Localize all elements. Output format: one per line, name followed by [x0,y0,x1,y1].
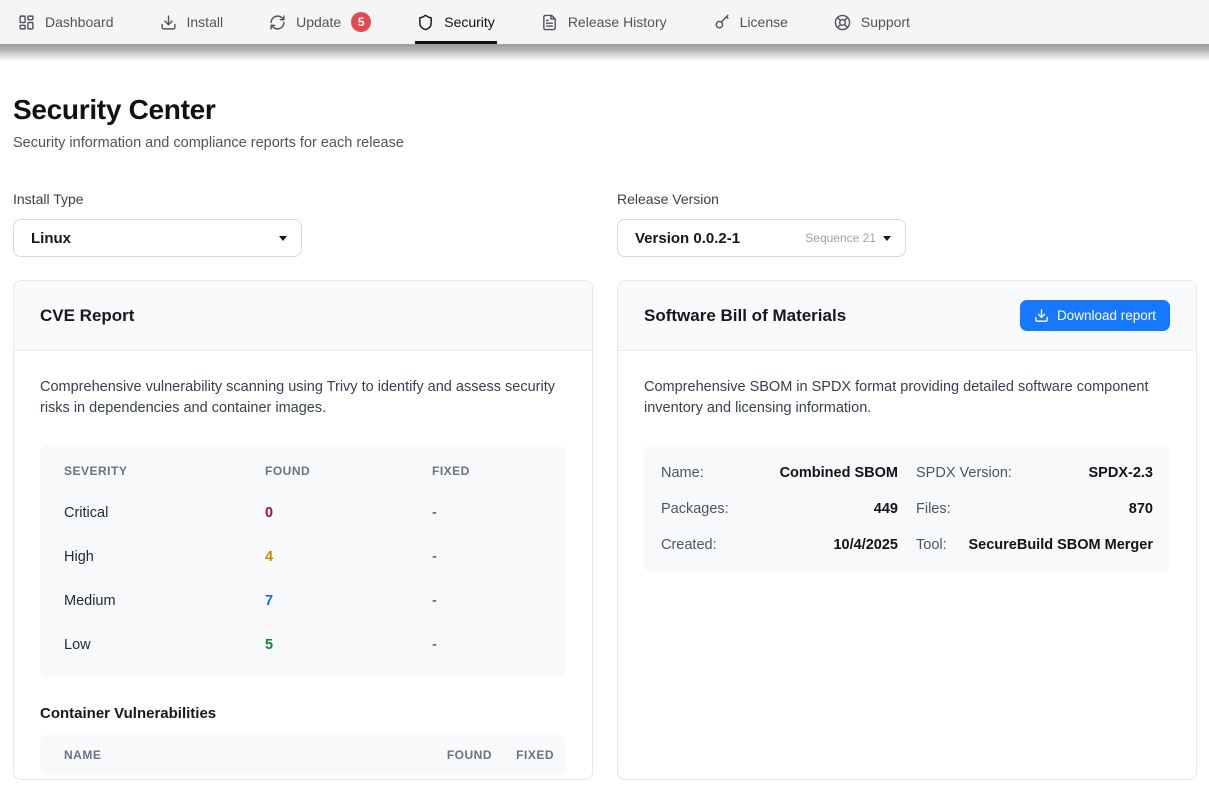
download-icon [160,14,177,31]
found-column-header: FOUND [265,464,432,478]
detail-label: Tool: [916,537,947,553]
container-vulnerabilities-title: Container Vulnerabilities [40,705,566,722]
detail-label: Packages: [661,501,729,517]
sbom-detail-files: Files: 870 [916,491,1153,527]
page-title: Security Center [13,94,1196,126]
sbom-detail-packages: Packages: 449 [661,491,898,527]
sbom-details-panel: Name: Combined SBOM SPDX Version: SPDX-2… [644,445,1170,573]
download-report-button[interactable]: Download report [1020,300,1170,331]
download-report-label: Download report [1057,308,1156,323]
nav-scroll-shadow [0,44,1209,62]
security-center-page: Security Center Security information and… [0,94,1209,780]
nav-item-license[interactable]: License [713,0,788,44]
install-type-value: Linux [31,230,71,247]
detail-label: Files: [916,501,951,517]
detail-value: 449 [874,501,898,517]
nav-item-update[interactable]: Update 5 [269,0,371,44]
nav-item-label: Dashboard [45,14,114,30]
nav-item-security[interactable]: Security [417,0,495,44]
nav-item-label: Install [187,14,224,30]
found-count: 0 [265,505,432,521]
sbom-detail-name: Name: Combined SBOM [661,455,898,491]
severity-label: Low [64,637,265,653]
sbom-card-header: Software Bill of Materials Download repo… [618,281,1196,351]
release-version-select[interactable]: Version 0.0.2-1 Sequence 21 [617,219,906,257]
nav-item-dashboard[interactable]: Dashboard [18,0,114,44]
severity-label: Medium [64,593,265,609]
detail-value: Combined SBOM [780,465,898,481]
found-count: 5 [265,637,432,653]
detail-value: SPDX-2.3 [1089,465,1153,481]
table-row-low: Low 5 - [40,623,566,667]
chevron-down-icon [883,236,891,241]
table-row-medium: Medium 7 - [40,579,566,623]
file-text-icon [541,14,558,31]
release-version-label: Release Version [617,191,1197,207]
install-type-select[interactable]: Linux [13,219,302,257]
download-icon [1034,308,1049,323]
detail-value: 10/4/2025 [833,537,898,553]
release-version-field: Release Version Version 0.0.2-1 Sequence… [617,191,1197,257]
found-count: 4 [265,549,432,565]
container-vulnerabilities-table-header: NAME FOUND FIXED [40,735,566,775]
nav-item-label: License [740,14,788,30]
sbom-card: Software Bill of Materials Download repo… [617,280,1197,780]
found-column-header: FOUND [412,748,492,762]
detail-value: 870 [1129,501,1153,517]
cve-report-card: CVE Report Comprehensive vulnerability s… [13,280,593,780]
cve-report-card-header: CVE Report [14,281,592,351]
life-buoy-icon [834,14,851,31]
nav-item-label: Support [861,14,910,30]
detail-label: SPDX Version: [916,465,1012,481]
sbom-detail-spdx-version: SPDX Version: SPDX-2.3 [916,455,1153,491]
detail-label: Name: [661,465,704,481]
cve-report-description: Comprehensive vulnerability scanning usi… [40,377,566,419]
install-type-field: Install Type Linux [13,191,593,257]
table-row-critical: Critical 0 - [40,491,566,535]
top-navigation: Dashboard Install Update 5 Security Rele… [0,0,1209,44]
nav-item-label: Update [296,14,341,30]
severity-table-header: SEVERITY FOUND FIXED [40,451,566,491]
table-row-high: High 4 - [40,535,566,579]
fixed-column-header: FIXED [492,748,554,762]
nav-item-support[interactable]: Support [834,0,910,44]
severity-label: Critical [64,505,265,521]
nav-item-release-history[interactable]: Release History [541,0,667,44]
sbom-detail-tool: Tool: SecureBuild SBOM Merger [916,527,1153,563]
fixed-count: - [432,549,542,565]
shield-icon [417,14,434,31]
sbom-detail-created: Created: 10/4/2025 [661,527,898,563]
key-icon [713,14,730,31]
severity-column-header: SEVERITY [64,464,265,478]
found-count: 7 [265,593,432,609]
nav-item-label: Security [444,14,495,30]
severity-label: High [64,549,265,565]
fixed-count: - [432,505,542,521]
sbom-title: Software Bill of Materials [644,306,846,326]
nav-item-install[interactable]: Install [160,0,224,44]
update-count-badge: 5 [351,12,371,32]
release-version-value: Version 0.0.2-1 [635,230,740,247]
fixed-count: - [432,637,542,653]
detail-label: Created: [661,537,717,553]
chevron-down-icon [279,236,287,241]
sbom-card-body: Comprehensive SBOM in SPDX format provid… [618,351,1196,599]
fixed-column-header: FIXED [432,464,542,478]
install-type-label: Install Type [13,191,593,207]
dashboard-icon [18,14,35,31]
report-cards: CVE Report Comprehensive vulnerability s… [13,280,1196,780]
nav-item-label: Release History [568,14,667,30]
release-sequence-label: Sequence 21 [805,231,876,245]
fixed-count: - [432,593,542,609]
page-subtitle: Security information and compliance repo… [13,135,1196,151]
cve-report-card-body: Comprehensive vulnerability scanning usi… [14,351,592,780]
cve-report-title: CVE Report [40,306,134,326]
detail-value: SecureBuild SBOM Merger [968,537,1153,553]
refresh-icon [269,14,286,31]
severity-table: SEVERITY FOUND FIXED Critical 0 - High 4… [40,445,566,677]
sbom-description: Comprehensive SBOM in SPDX format provid… [644,377,1170,419]
filters-row: Install Type Linux Release Version Versi… [13,191,1196,257]
name-column-header: NAME [64,748,412,762]
